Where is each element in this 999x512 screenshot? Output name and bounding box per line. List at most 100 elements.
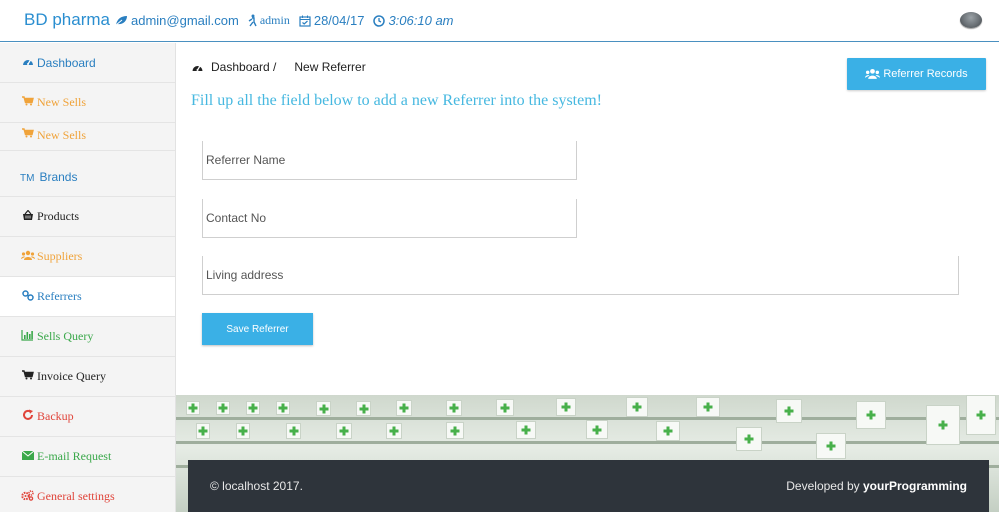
developer-credit: Developed by yourProgramming [786, 479, 967, 493]
medicine-box [926, 405, 960, 445]
trademark-icon: TM [20, 173, 35, 184]
sidebar-item-products[interactable]: Products [0, 197, 175, 237]
medicine-box [246, 401, 260, 415]
clock-icon [373, 14, 386, 27]
sidebar-item-referrers[interactable]: Referrers [0, 277, 175, 317]
header-info: admin@gmail.com admin 28/04/17 3:06:10 a… [115, 13, 463, 28]
developer-name[interactable]: yourProgramming [863, 479, 967, 493]
bar-chart-icon [20, 329, 35, 344]
medicine-box [356, 401, 371, 416]
save-referrer-button[interactable]: Save Referrer [202, 313, 313, 345]
medicine-box [396, 400, 412, 416]
footer-banner: © localhost 2017. Developed by yourProgr… [176, 395, 999, 512]
breadcrumb-current: New Referrer [294, 60, 366, 74]
email-info: admin@gmail.com [115, 13, 239, 28]
basket-icon [20, 209, 35, 224]
referrer-name-input[interactable]: Referrer Name [202, 141, 577, 180]
medicine-box [336, 423, 352, 439]
medicine-box [516, 421, 536, 439]
medicine-box [586, 420, 608, 439]
living-address-placeholder: Living address [206, 268, 284, 282]
medicine-box [196, 423, 210, 439]
time-info: 3:06:10 am [373, 13, 454, 28]
date-info: 28/04/17 [299, 13, 365, 28]
medicine-box [236, 423, 250, 439]
top-navbar: BD pharma admin@gmail.com admin 28/04/17… [0, 0, 999, 42]
user-info: admin [248, 13, 290, 28]
cart-icon [20, 370, 35, 383]
medicine-box [276, 401, 290, 415]
medicine-box [446, 400, 462, 416]
breadcrumb: Dashboard / New Referrer [191, 60, 366, 74]
living-address-input[interactable]: Living address [202, 256, 959, 295]
sidebar-item-label: Invoice Query [37, 369, 106, 383]
sidebar-item-sells-query[interactable]: Sells Query [0, 317, 175, 357]
sidebar-item-new-sells[interactable]: New Sells [0, 83, 175, 123]
sidebar-item-email-request[interactable]: E-mail Request [0, 437, 175, 477]
medicine-box [856, 401, 886, 429]
sidebar-item-label: Backup [37, 409, 74, 423]
referrer-name-placeholder: Referrer Name [206, 153, 286, 167]
sidebar-item-label: Products [37, 209, 79, 223]
sidebar-item-brands[interactable]: TM Brands [0, 151, 175, 197]
footer: © localhost 2017. Developed by yourProgr… [188, 460, 989, 512]
contact-no-placeholder: Contact No [206, 211, 267, 225]
main-content: Dashboard / New Referrer Referrer Record… [176, 43, 999, 395]
medicine-box [626, 397, 648, 417]
sidebar-item-label: General settings [37, 489, 115, 503]
current-date: 28/04/17 [313, 13, 365, 28]
medicine-box [186, 401, 200, 415]
walking-person-icon [248, 14, 257, 27]
shelf-line [176, 441, 999, 444]
leaf-icon [115, 16, 127, 26]
user-name: admin [259, 13, 290, 27]
medicine-box [736, 427, 762, 451]
medicine-box [966, 395, 996, 435]
sidebar-item-label: New Sells [37, 95, 86, 109]
user-email: admin@gmail.com [131, 13, 239, 28]
medicine-box [496, 399, 514, 416]
referrer-records-label: Referrer Records [883, 68, 968, 80]
sidebar-item-suppliers[interactable]: Suppliers [0, 237, 175, 277]
refresh-icon [20, 409, 35, 424]
sidebar-item-label: New Sells [37, 128, 86, 142]
copyright-text: © localhost 2017. [210, 479, 303, 493]
medicine-box [216, 401, 230, 415]
sidebar-item-label: Sells Query [37, 329, 94, 343]
referrer-records-button[interactable]: Referrer Records [847, 58, 986, 90]
medicine-box [556, 398, 576, 416]
dashboard-icon [20, 56, 35, 70]
medicine-box [696, 397, 720, 417]
gears-icon [20, 489, 35, 504]
user-avatar[interactable] [960, 12, 982, 28]
developer-credit-prefix: Developed by [786, 479, 863, 493]
medicine-box [776, 399, 802, 423]
medicine-box [446, 422, 464, 439]
medicine-box [656, 421, 680, 441]
sidebar-item-label: Dashboard [37, 55, 96, 70]
current-time: 3:06:10 am [388, 13, 454, 28]
dashboard-icon [192, 65, 203, 71]
sidebar-item-dashboard[interactable]: Dashboard [0, 43, 175, 83]
sidebar-item-label: E-mail Request [37, 449, 112, 463]
cart-icon [20, 128, 35, 141]
sidebar-item-backup[interactable]: Backup [0, 397, 175, 437]
cart-icon [20, 96, 35, 109]
medicine-box [316, 401, 331, 416]
sidebar-item-label: Referrers [37, 289, 82, 303]
sidebar-item-label: Suppliers [37, 249, 83, 263]
calendar-check-icon [299, 15, 311, 27]
sidebar-item-label: Brands [39, 170, 78, 184]
medicine-box [286, 423, 301, 439]
form-headline: Fill up all the field below to add a new… [191, 92, 602, 109]
sidebar-item-new-sells-2[interactable]: New Sells [0, 123, 175, 151]
medicine-box [816, 433, 846, 459]
breadcrumb-home[interactable]: Dashboard / [211, 60, 276, 74]
sidebar-item-invoice-query[interactable]: Invoice Query [0, 357, 175, 397]
brand-logo-text[interactable]: BD pharma [24, 10, 110, 30]
contact-no-input[interactable]: Contact No [202, 199, 577, 238]
envelope-icon [20, 450, 35, 463]
sidebar-item-general-settings[interactable]: General settings [0, 477, 175, 512]
users-icon [865, 68, 881, 79]
medicine-box [386, 423, 402, 439]
